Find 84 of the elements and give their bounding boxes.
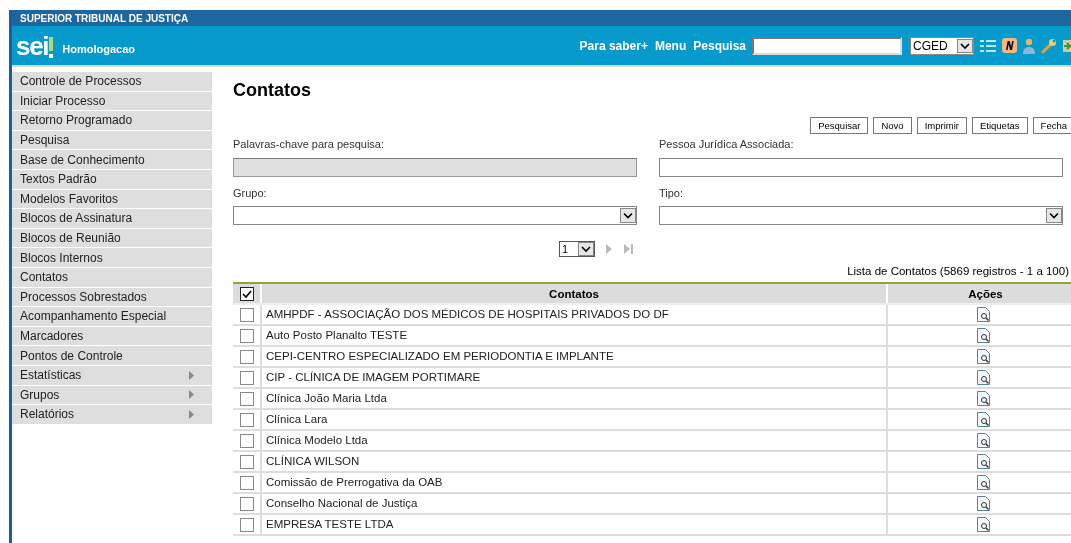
row-checkbox[interactable] bbox=[239, 496, 254, 511]
dropdown-field[interactable] bbox=[233, 206, 637, 225]
n-badge-icon[interactable] bbox=[1002, 38, 1017, 53]
sidebar-item[interactable]: Base de Conhecimento bbox=[12, 150, 212, 170]
action-button[interactable]: Pesquisar bbox=[810, 117, 869, 134]
view-document-icon[interactable] bbox=[976, 517, 990, 533]
sidebar-item[interactable]: Relatórios bbox=[12, 405, 212, 425]
sidebar-item[interactable]: Grupos bbox=[12, 385, 212, 406]
sidebar-item[interactable]: Retorno Programado bbox=[12, 111, 212, 131]
last-page-icon[interactable] bbox=[623, 244, 635, 254]
view-document-icon[interactable] bbox=[976, 328, 990, 344]
sidebar-item[interactable]: Marcadores bbox=[12, 326, 212, 347]
row-checkbox[interactable] bbox=[239, 517, 254, 532]
sidebar-item[interactable]: Pesquisa bbox=[12, 130, 212, 151]
row-checkbox[interactable] bbox=[239, 391, 254, 406]
table-cell-text: CEPI-CENTRO ESPECIALIZADO EM PERIODONTIA E IMPLANTE bbox=[266, 349, 614, 365]
caret-icon bbox=[1046, 208, 1062, 223]
select-all-checkbox[interactable] bbox=[239, 286, 254, 301]
caret-icon bbox=[620, 208, 636, 223]
table-cell-text: Conselho Nacional de Justiça bbox=[266, 496, 418, 512]
sidebar-item[interactable]: Textos Padrão bbox=[12, 169, 212, 190]
row-checkbox[interactable] bbox=[239, 412, 254, 427]
row-checkbox[interactable] bbox=[239, 454, 254, 469]
row-checkbox[interactable] bbox=[239, 349, 254, 364]
action-button[interactable]: Fecha bbox=[1032, 117, 1071, 134]
dropdown-field[interactable] bbox=[659, 206, 1063, 225]
column-header: Contatos bbox=[262, 284, 888, 304]
table-cell-text: Comissão de Prerrogativa da OAB bbox=[266, 475, 443, 491]
sidebar-item[interactable]: Processos Sobrestados bbox=[12, 287, 212, 308]
view-document-icon[interactable] bbox=[976, 496, 990, 512]
table-caption: Lista de Contatos (5869 registros - 1 a 100) bbox=[847, 264, 1069, 279]
organization-name: SUPERIOR TRIBUNAL DE JUSTIÇA bbox=[20, 11, 189, 26]
view-document-icon[interactable] bbox=[976, 475, 990, 491]
action-button[interactable]: Imprimir bbox=[916, 117, 967, 134]
field-label: Pessoa Jurídica Associada: bbox=[659, 137, 795, 152]
action-button[interactable]: Etiquetas bbox=[971, 117, 1028, 134]
view-document-icon[interactable] bbox=[976, 412, 990, 428]
sidebar-item[interactable]: Contatos bbox=[12, 267, 212, 288]
sidebar-item[interactable]: Controle de Processos bbox=[12, 72, 212, 92]
row-checkbox[interactable] bbox=[239, 370, 254, 385]
view-document-icon[interactable] bbox=[976, 349, 990, 365]
sidebar-item[interactable]: Blocos de Assinatura bbox=[12, 209, 212, 229]
sidebar-item[interactable]: Pontos de Controle bbox=[12, 346, 212, 366]
page-title: Contatos bbox=[233, 79, 312, 99]
row-checkbox[interactable] bbox=[239, 433, 254, 448]
caret-icon bbox=[578, 242, 594, 256]
field-label: Tipo: bbox=[659, 185, 685, 201]
next-page-icon[interactable] bbox=[605, 244, 613, 254]
table-cell-text: Clínica Modelo Ltda bbox=[266, 433, 368, 449]
table-cell-text: AMHPDF - ASSOCIAÇÃO DOS MÉDICOS DE HOSPITAIS PRIVADOS DO DF bbox=[266, 307, 669, 323]
view-document-icon[interactable] bbox=[976, 433, 990, 449]
column-header: Ações bbox=[967, 287, 1004, 303]
action-button[interactable]: Novo bbox=[873, 117, 912, 134]
field-label: Palavras-chave para pesquisa: bbox=[233, 137, 386, 152]
input-field[interactable] bbox=[659, 157, 1063, 177]
table-cell-text: CLÍNICA WILSON bbox=[266, 454, 360, 470]
sidebar-item[interactable]: Estatísticas bbox=[12, 365, 212, 386]
exclamation-icon bbox=[48, 36, 55, 59]
view-document-icon[interactable] bbox=[976, 307, 990, 323]
sidebar-item[interactable]: Blocos de Reunião bbox=[12, 228, 212, 249]
field-label: Grupo: bbox=[233, 185, 268, 201]
sidebar-item[interactable]: Modelos Favoritos bbox=[12, 189, 212, 210]
exit-icon[interactable] bbox=[1063, 37, 1071, 54]
table-cell-text: Clínica Lara bbox=[266, 412, 328, 428]
table-cell-text: EMPRESA TESTE LTDA bbox=[266, 517, 394, 533]
view-document-icon[interactable] bbox=[976, 454, 990, 470]
environment-label: Homologacao bbox=[62, 42, 135, 57]
sidebar-item[interactable]: Acompanhamento Especial bbox=[12, 307, 212, 327]
view-document-icon[interactable] bbox=[976, 370, 990, 386]
row-checkbox[interactable] bbox=[239, 475, 254, 490]
table-cell-text: Auto Posto Planalto TESTE bbox=[266, 328, 408, 344]
row-checkbox[interactable] bbox=[239, 328, 254, 343]
unit-select[interactable]: CGED bbox=[910, 36, 974, 55]
table-cell-text: Clínica João Maria Ltda bbox=[266, 391, 387, 407]
list-icon[interactable] bbox=[980, 38, 996, 53]
sidebar-item[interactable]: Iniciar Processo bbox=[12, 91, 212, 112]
view-document-icon[interactable] bbox=[976, 391, 990, 407]
wrench-icon[interactable] bbox=[1041, 37, 1057, 54]
table-cell-text: CIP - CLÍNICA DE IMAGEM PORTIMARE bbox=[266, 370, 481, 386]
search-field[interactable] bbox=[752, 36, 902, 55]
sidebar-item[interactable]: Blocos Internos bbox=[12, 248, 212, 268]
row-checkbox[interactable] bbox=[239, 307, 254, 322]
caret-icon bbox=[957, 38, 973, 53]
page-select[interactable]: 1 bbox=[559, 241, 595, 257]
